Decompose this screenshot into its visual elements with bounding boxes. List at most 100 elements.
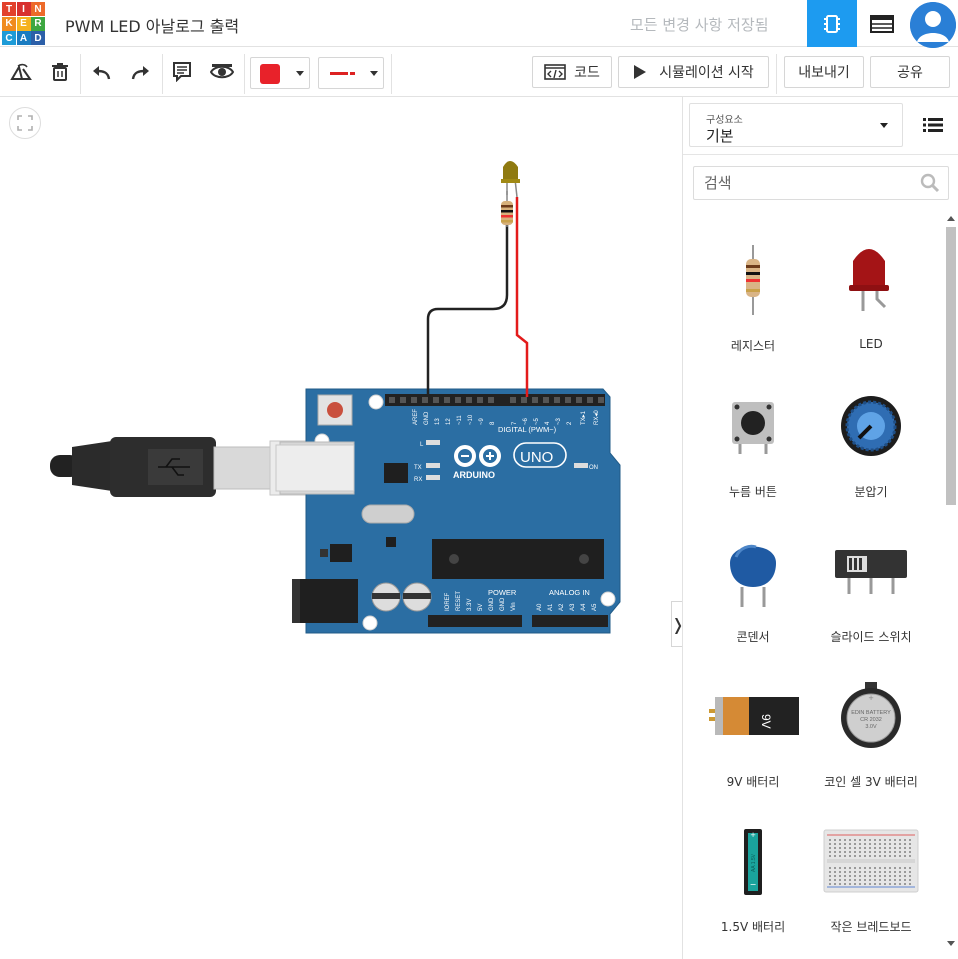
component-aa-battery[interactable]: + − AA 1.5V 1.5V 배터리 [695, 811, 811, 941]
visibility-button[interactable] [207, 58, 237, 86]
pin-label: TX▸1 [581, 410, 587, 425]
pin-label: A3 [570, 603, 576, 611]
wire-red-pin6[interactable] [515, 197, 529, 397]
note-icon [173, 62, 191, 82]
pin-label: ~9 [479, 417, 485, 425]
potentiometer-icon [841, 396, 901, 456]
color-swatch [260, 64, 280, 84]
coin-cell-model: CR 2032 [860, 717, 882, 723]
logo-letter: C [2, 31, 16, 45]
on-led-label: ON [589, 465, 598, 471]
logo-letter: K [2, 16, 16, 31]
component-led[interactable]: LED [813, 230, 929, 360]
led-icon [849, 249, 889, 311]
pin-label: A0 [537, 603, 543, 611]
component-9v-battery[interactable]: 9V 9V 배터리 [695, 666, 811, 796]
schematic-view-button[interactable] [857, 0, 907, 47]
list-view-button[interactable] [911, 103, 955, 147]
color-picker[interactable] [250, 57, 310, 89]
logo-letter: T [2, 2, 16, 16]
user-avatar[interactable] [910, 2, 956, 48]
resistor-icon [746, 245, 760, 315]
resistor-component[interactable] [501, 191, 513, 227]
svg-text:+: + [868, 694, 874, 702]
component-resistor[interactable]: 레지스터 [695, 230, 811, 360]
battery-aa-icon: + − AA 1.5V [744, 829, 762, 895]
component-category-select[interactable]: 구성요소 기본 [689, 103, 903, 147]
export-button[interactable]: 내보내기 [784, 56, 864, 88]
led-component[interactable] [501, 161, 520, 198]
logo-letter: D [31, 31, 45, 45]
component-label: 콘덴서 [736, 630, 770, 644]
panel-scrollbar[interactable] [943, 213, 958, 959]
component-breadboard[interactable]: 작은 브레드보드 [813, 811, 929, 941]
scroll-down-icon [947, 941, 955, 946]
rotate-button[interactable] [6, 58, 36, 86]
pin-label: ~3 [556, 417, 562, 425]
board-brand: ARDUINO [453, 470, 495, 480]
trash-icon [52, 63, 68, 81]
component-label: 분압기 [854, 485, 888, 499]
pin-label: 13 [435, 418, 441, 425]
analog-in-label: ANALOG IN [549, 588, 590, 597]
component-potentiometer[interactable]: 분압기 [813, 376, 929, 506]
pin-label: RESET [456, 591, 462, 611]
wire-black-gnd[interactable] [426, 225, 509, 397]
component-coin-cell[interactable]: + EDIN BATTERY CR 2032 3.0V 코인 셀 3V 배터리 [813, 666, 929, 796]
redo-button[interactable] [126, 58, 156, 86]
delete-button[interactable] [45, 58, 75, 86]
component-slide-switch[interactable]: 슬라이드 스위치 [813, 521, 929, 651]
component-label: 코인 셀 3V 배터리 [824, 775, 918, 789]
chevron-down-icon [880, 123, 888, 128]
toolbar-divider [776, 54, 777, 94]
circuit-view-button[interactable] [807, 0, 857, 47]
code-button[interactable]: 코드 [532, 56, 612, 88]
component-label: 레지스터 [730, 339, 776, 353]
component-label: 9V 배터리 [726, 775, 780, 789]
category-label: 구성요소 [706, 115, 743, 126]
pin-label: RX◂0 [594, 410, 600, 425]
scroll-up-icon [947, 216, 955, 221]
circuit-canvas[interactable]: ARDUINO UNO DIGITAL (PWM~) POWER ANALOG … [0, 97, 685, 959]
redo-icon [131, 66, 149, 80]
undo-button[interactable] [86, 58, 116, 86]
component-label: 작은 브레드보드 [830, 920, 912, 934]
list-icon [923, 118, 943, 132]
pin-label: ~10 [468, 414, 474, 425]
pin-label: ~6 [523, 417, 529, 425]
pin-label: GND [500, 597, 506, 611]
component-label: 슬라이드 스위치 [830, 630, 912, 644]
category-value: 기본 [706, 127, 734, 145]
circuit-drawing: ARDUINO UNO DIGITAL (PWM~) POWER ANALOG … [50, 161, 621, 634]
start-simulation-button[interactable]: 시뮬레이션 시작 [618, 56, 769, 88]
component-search[interactable] [693, 166, 949, 200]
start-simulation-label: 시뮬레이션 시작 [659, 65, 754, 81]
play-icon [634, 65, 647, 79]
design-title[interactable]: PWM LED 아날로그 출력 [65, 13, 239, 37]
wire-type-picker[interactable] [318, 57, 384, 89]
pin-label: 12 [446, 418, 452, 425]
aa-battery-text: AA 1.5V [751, 853, 757, 872]
search-input[interactable] [694, 167, 914, 199]
capacitor-icon [730, 544, 776, 607]
battery-9v-icon: 9V [709, 697, 799, 735]
toolbar-divider [244, 54, 245, 94]
component-capacitor[interactable]: 콘덴서 [695, 521, 811, 651]
scroll-thumb[interactable] [946, 227, 956, 505]
pin-label: A2 [559, 603, 565, 611]
pin-label: IOREF [445, 592, 451, 611]
svg-text:−: − [750, 880, 757, 889]
export-button-label: 내보내기 [798, 65, 850, 81]
pin-label: 3.3V [467, 599, 473, 611]
notes-button[interactable] [167, 58, 197, 86]
toolbar-divider [391, 54, 392, 94]
share-button[interactable]: 공유 [870, 56, 950, 88]
logo-letter: R [31, 16, 45, 31]
chevron-down-icon [370, 71, 378, 76]
tinkercad-logo[interactable]: TIN KER CAD [2, 2, 45, 45]
component-pushbutton[interactable]: 누름 버튼 [695, 376, 811, 506]
share-button-label: 공유 [897, 65, 923, 81]
pin-label: ~5 [534, 417, 540, 425]
chip-icon [824, 14, 840, 33]
pin-label: A5 [592, 603, 598, 611]
